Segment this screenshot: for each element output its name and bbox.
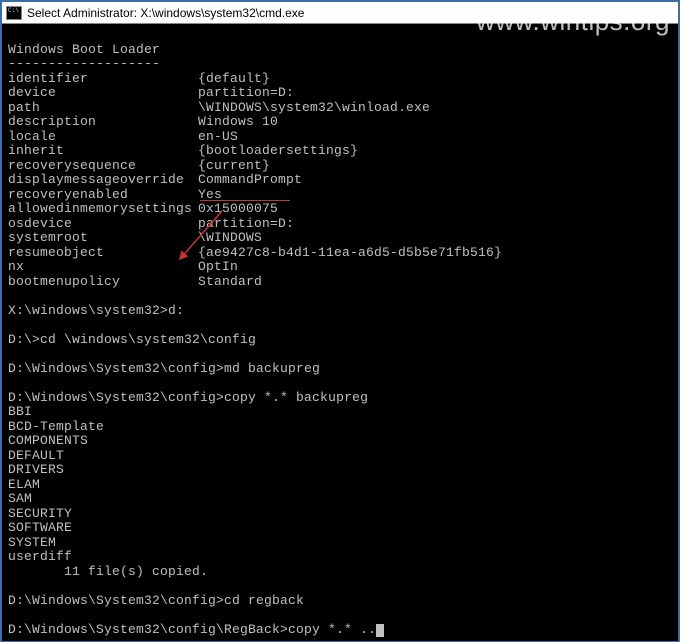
copy-item: SAM: [8, 491, 32, 506]
copy-item: SECURITY: [8, 506, 72, 521]
window-title: Select Administrator: X:\windows\system3…: [27, 6, 304, 20]
copy-item: userdiff: [8, 549, 72, 564]
entry-row: path\WINDOWS\system32\winload.exe: [8, 101, 430, 116]
prompt-line: D:\Windows\System32\config>md backupreg: [8, 361, 320, 376]
cmd-window: Select Administrator: X:\windows\system3…: [0, 0, 680, 642]
copy-item: BBI: [8, 404, 32, 419]
copy-item: BCD-Template: [8, 419, 104, 434]
boot-header: Windows Boot Loader: [8, 42, 160, 57]
entry-row: osdevicepartition=D:: [8, 217, 294, 232]
entry-row: inherit{bootloadersettings}: [8, 144, 358, 159]
copy-item: SYSTEM: [8, 535, 56, 550]
prompt-line: D:\Windows\System32\config>copy *.* back…: [8, 390, 368, 405]
entry-row: devicepartition=D:: [8, 86, 294, 101]
entry-row: resumeobject{ae9427c8-b4d1-11ea-a6d5-d5b…: [8, 246, 502, 261]
copy-result: 11 file(s) copied.: [8, 564, 208, 579]
copy-item: DEFAULT: [8, 448, 64, 463]
entry-row: descriptionWindows 10: [8, 115, 278, 130]
entry-row: systemroot\WINDOWS: [8, 231, 262, 246]
entry-row: bootmenupolicyStandard: [8, 275, 262, 290]
entry-row: recoverysequence{current}: [8, 159, 270, 174]
entry-row: identifier{default}: [8, 72, 270, 87]
cmd-icon: [6, 6, 22, 20]
prompt-line: D:\Windows\System32\config>cd regback: [8, 593, 304, 608]
entry-row: nxOptIn: [8, 260, 238, 275]
entry-row: localeen-US: [8, 130, 238, 145]
prompt-line: X:\windows\system32>d:: [8, 303, 184, 318]
prompt-line: D:\>cd \windows\system32\config: [8, 332, 256, 347]
entry-row: recoveryenabledYes: [8, 188, 222, 203]
title-bar[interactable]: Select Administrator: X:\windows\system3…: [2, 2, 678, 24]
copy-item: ELAM: [8, 477, 40, 492]
copy-item: COMPONENTS: [8, 433, 88, 448]
entry-row: allowedinmemorysettings0x15000075: [8, 202, 278, 217]
prompt-line: D:\Windows\System32\config\RegBack>copy …: [8, 622, 384, 637]
cursor: [376, 624, 384, 637]
terminal-output[interactable]: Windows Boot Loader ------------------- …: [2, 24, 678, 641]
copy-item: DRIVERS: [8, 462, 64, 477]
copy-item: SOFTWARE: [8, 520, 72, 535]
entry-row: displaymessageoverrideCommandPrompt: [8, 173, 302, 188]
boot-divider: -------------------: [8, 56, 160, 71]
